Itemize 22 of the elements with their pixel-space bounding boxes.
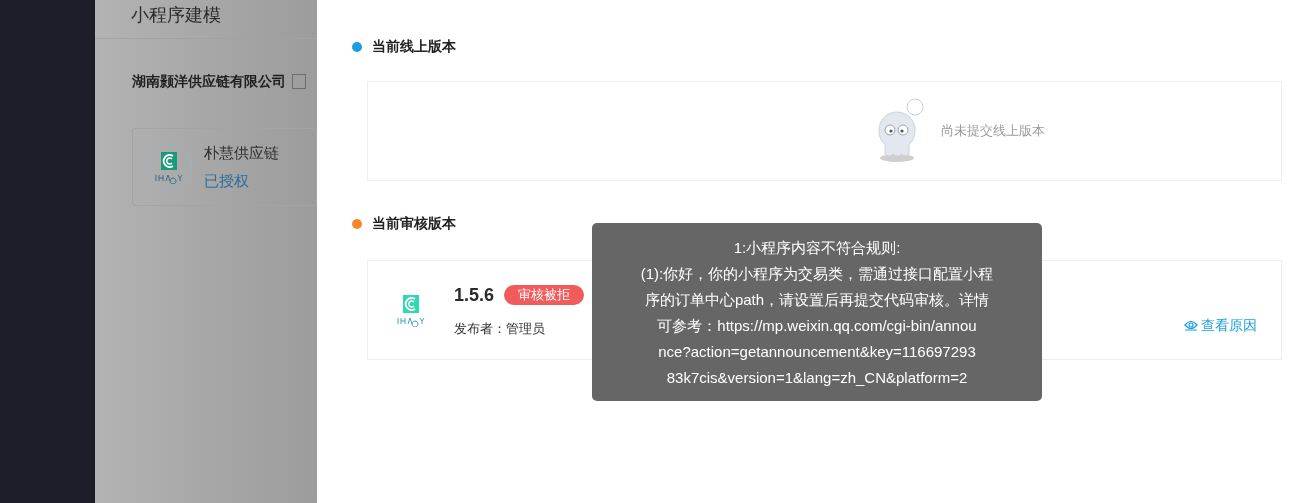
status-badge: 审核被拒 <box>504 285 585 306</box>
publisher-text: 发布者：管理员 <box>454 319 546 338</box>
tooltip-text: 83k7cis&version=1&lang=zh_CN&platform=2 <box>665 368 969 388</box>
section-title: 当前线上版本 <box>372 37 456 56</box>
section-title: 当前审核版本 <box>372 214 456 233</box>
company-name: 湖南颢洋供应链有限公司 <box>132 72 286 91</box>
version-number: 1.5.6 <box>454 283 495 307</box>
tooltip-title: 1:小程序内容不符合规则: <box>732 238 902 258</box>
empty-text: 尚未提交线上版本 <box>940 122 1045 141</box>
tooltip-text: (1):你好，你的小程序为交易类，需通过接口配置小程 <box>639 264 995 284</box>
eye-icon <box>1184 318 1198 332</box>
app-card[interactable]: 朴慧供应链 已授权 <box>132 128 317 206</box>
panel-title: 小程序建模 <box>131 4 221 26</box>
tooltip-text: nce?action=getannouncement&key=116697293 <box>657 342 977 362</box>
app-name: 朴慧供应链 <box>204 142 279 163</box>
tooltip-text: 序的订单中心path，请设置后再提交代码审核。详情 <box>643 290 991 310</box>
view-reason-link[interactable]: 查看原因 <box>1184 314 1257 336</box>
tooltip-text: 可参考：https://mp.weixin.qq.com/cgi-bin/annou <box>656 316 978 336</box>
app-logo-icon <box>153 150 185 184</box>
auth-status: 已授权 <box>204 171 250 191</box>
edit-icon[interactable] <box>292 74 306 89</box>
app-logo-icon <box>395 293 427 327</box>
